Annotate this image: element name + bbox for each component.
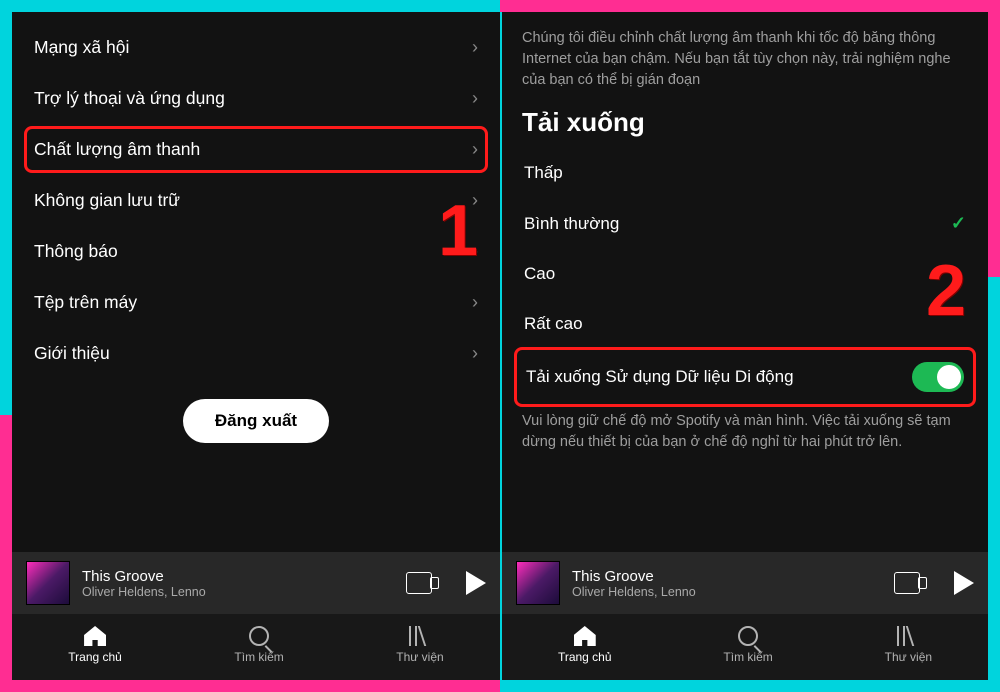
settings-item-label: Chất lượng âm thanh xyxy=(34,139,200,160)
download-mobile-data-row[interactable]: Tải xuống Sử dụng Dữ liệu Di động xyxy=(520,349,970,405)
section-header-download: Tải xuống xyxy=(520,103,970,148)
tab-label: Tìm kiếm xyxy=(723,650,772,664)
chevron-right-icon: › xyxy=(472,139,478,160)
home-icon xyxy=(574,626,596,646)
tab-label: Thư viện xyxy=(885,650,932,664)
tab-label: Trang chủ xyxy=(68,650,122,664)
chevron-right-icon: › xyxy=(472,343,478,364)
settings-item-label: Thông báo xyxy=(34,241,118,262)
quality-option-normal[interactable]: Bình thường ✓ xyxy=(520,198,970,249)
quality-option-label: Thấp xyxy=(524,163,563,183)
annotation-step-number: 1 xyxy=(438,190,478,272)
annotation-step-number: 2 xyxy=(926,250,966,332)
two-pane-container: Mạng xã hội › Trợ lý thoại và ứng dụng ›… xyxy=(12,12,988,680)
settings-item-label: Mạng xã hội xyxy=(34,37,129,58)
settings-item-label: Giới thiệu xyxy=(34,343,110,364)
tab-library[interactable]: Thư viện xyxy=(885,626,932,664)
devices-icon[interactable] xyxy=(894,572,920,594)
chevron-right-icon: › xyxy=(472,292,478,313)
settings-item-voice[interactable]: Trợ lý thoại và ứng dụng › xyxy=(30,73,482,124)
play-icon[interactable] xyxy=(466,571,486,595)
devices-icon[interactable] xyxy=(406,572,432,594)
settings-item-label: Tệp trên máy xyxy=(34,292,137,313)
tab-library[interactable]: Thư viện xyxy=(396,626,443,664)
now-playing-artist: Oliver Heldens, Lenno xyxy=(572,585,882,599)
toggle-label: Tải xuống Sử dụng Dữ liệu Di động xyxy=(526,367,794,387)
settings-item-storage[interactable]: Không gian lưu trữ › xyxy=(30,175,482,226)
chevron-right-icon: › xyxy=(472,88,478,109)
chevron-right-icon: › xyxy=(472,37,478,58)
search-icon xyxy=(738,626,758,646)
now-playing-artist: Oliver Heldens, Lenno xyxy=(82,585,394,599)
logout-button[interactable]: Đăng xuất xyxy=(183,399,329,443)
settings-item-social[interactable]: Mạng xã hội › xyxy=(30,22,482,73)
tab-label: Thư viện xyxy=(396,650,443,664)
quality-option-label: Bình thường xyxy=(524,214,619,234)
now-playing-bar[interactable]: This Groove Oliver Heldens, Lenno xyxy=(502,552,988,614)
quality-option-label: Cao xyxy=(524,264,555,284)
album-art xyxy=(516,561,560,605)
download-quality-pane: Chúng tôi điều chỉnh chất lượng âm thanh… xyxy=(500,12,988,680)
quality-option-low[interactable]: Thấp xyxy=(520,148,970,198)
auto-quality-description: Chúng tôi điều chỉnh chất lượng âm thanh… xyxy=(520,22,970,103)
library-icon xyxy=(897,626,919,646)
settings-list-pane: Mạng xã hội › Trợ lý thoại và ứng dụng ›… xyxy=(12,12,500,680)
quality-option-very-high[interactable]: Rất cao xyxy=(520,299,970,349)
settings-item-notifications[interactable]: Thông báo › xyxy=(30,226,482,277)
download-note: Vui lòng giữ chế độ mở Spotify và màn hì… xyxy=(520,405,970,465)
tab-label: Tìm kiếm xyxy=(234,650,283,664)
now-playing-bar[interactable]: This Groove Oliver Heldens, Lenno xyxy=(12,552,500,614)
quality-option-high[interactable]: Cao xyxy=(520,249,970,299)
album-art xyxy=(26,561,70,605)
settings-item-label: Không gian lưu trữ xyxy=(34,190,180,211)
quality-option-label: Rất cao xyxy=(524,314,583,334)
search-icon xyxy=(249,626,269,646)
tab-label: Trang chủ xyxy=(558,650,612,664)
settings-item-label: Trợ lý thoại và ứng dụng xyxy=(34,88,225,109)
home-icon xyxy=(84,626,106,646)
now-playing-title: This Groove xyxy=(82,568,394,585)
tab-bar: Trang chủ Tìm kiếm Thư viện xyxy=(502,614,988,680)
tab-bar: Trang chủ Tìm kiếm Thư viện xyxy=(12,614,500,680)
play-icon[interactable] xyxy=(954,571,974,595)
tab-home[interactable]: Trang chủ xyxy=(68,626,122,664)
settings-item-audio-quality[interactable]: Chất lượng âm thanh › xyxy=(30,124,482,175)
now-playing-title: This Groove xyxy=(572,568,882,585)
library-icon xyxy=(409,626,431,646)
settings-item-local-files[interactable]: Tệp trên máy › xyxy=(30,277,482,328)
settings-item-about[interactable]: Giới thiệu › xyxy=(30,328,482,379)
tab-home[interactable]: Trang chủ xyxy=(558,626,612,664)
checkmark-icon: ✓ xyxy=(951,213,966,234)
tab-search[interactable]: Tìm kiếm xyxy=(723,626,772,664)
toggle-switch[interactable] xyxy=(912,362,964,392)
tab-search[interactable]: Tìm kiếm xyxy=(234,626,283,664)
